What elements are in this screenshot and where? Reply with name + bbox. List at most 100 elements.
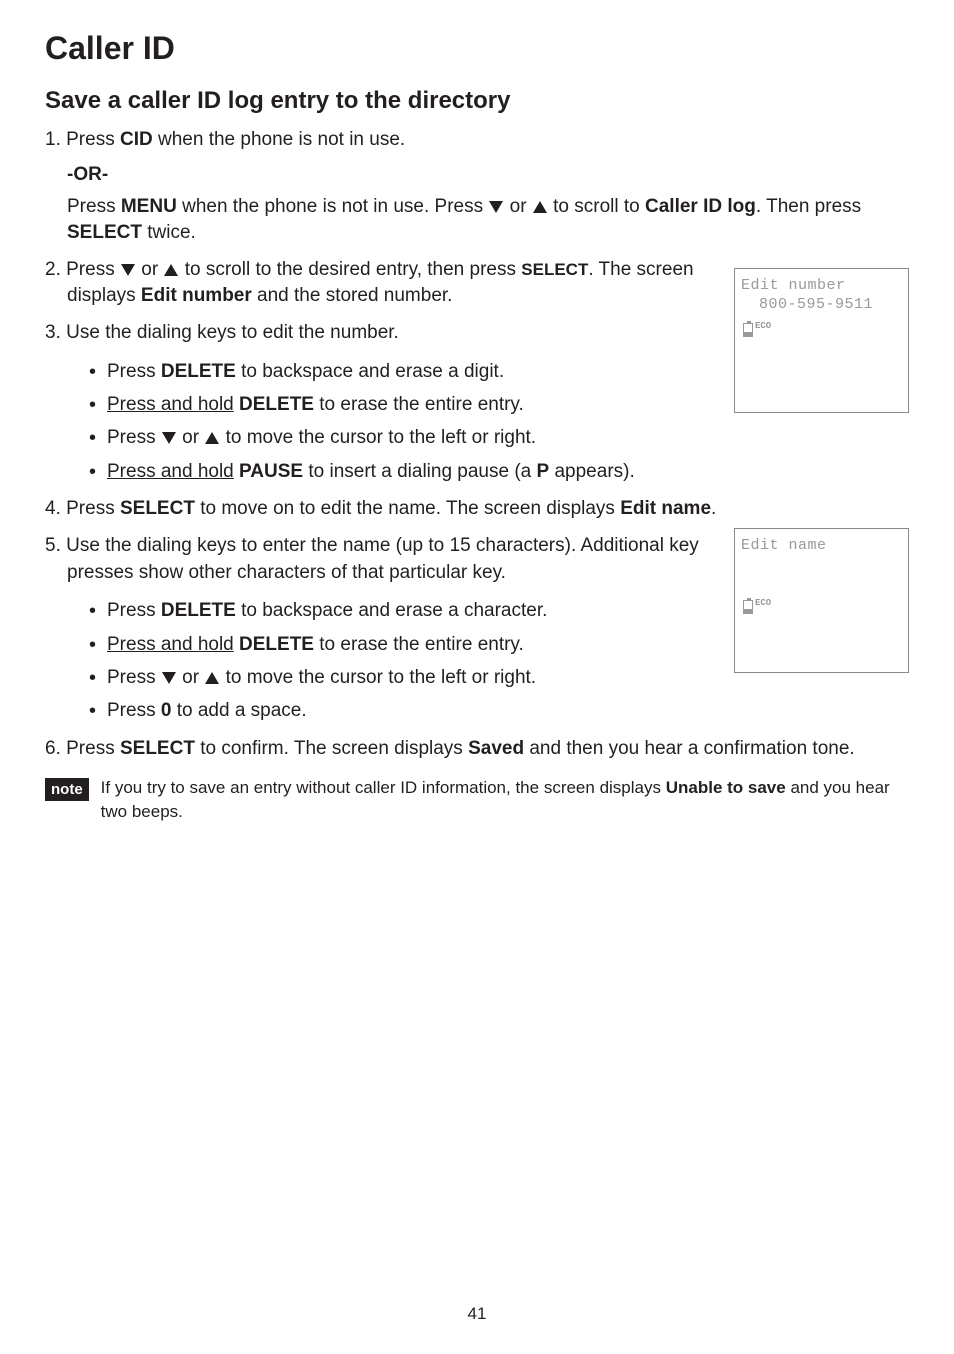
text-bold: Unable to save — [666, 778, 786, 797]
arrow-up-icon — [205, 432, 219, 444]
text: twice. — [142, 222, 196, 243]
screen-line: Edit number — [741, 277, 902, 294]
text: . Then press — [756, 196, 861, 217]
screen-edit-number: Edit number 800-595-9511 ECO — [734, 268, 909, 413]
text-bold: SELECT — [120, 498, 195, 519]
eco-label: ECO — [755, 321, 771, 331]
step-num: 6. — [45, 738, 61, 759]
page-title: Caller ID — [45, 30, 909, 67]
text: Press — [67, 196, 121, 217]
arrow-up-icon — [164, 264, 178, 276]
text-bold: DELETE — [161, 600, 236, 621]
note-badge: note — [45, 778, 89, 801]
text: Use the dialing keys to enter the name (… — [61, 535, 699, 583]
text-bold: Edit name — [620, 498, 711, 519]
text: Use the dialing keys to edit the number. — [61, 322, 399, 343]
section-title: Save a caller ID log entry to the direct… — [45, 87, 909, 115]
arrow-down-icon — [162, 672, 176, 684]
text: to insert a dialing pause (a — [303, 461, 536, 482]
text: appears). — [549, 461, 635, 482]
page-number: 41 — [0, 1304, 954, 1324]
text: or — [504, 196, 531, 217]
or-line: -OR- — [45, 164, 909, 186]
battery-icon — [743, 323, 753, 337]
icon-row: ECO — [741, 598, 902, 616]
text: Press — [107, 427, 161, 448]
text-bold: MENU — [121, 196, 177, 217]
text-bold: Saved — [468, 738, 524, 759]
text-bold: DELETE — [234, 634, 314, 655]
bullet-item: Press DELETE to backspace and erase a di… — [89, 357, 725, 386]
arrow-down-icon — [162, 432, 176, 444]
text: to scroll to the desired entry, then pre… — [179, 259, 521, 280]
text: Press — [107, 361, 161, 382]
text-bold: DELETE — [161, 361, 236, 382]
text: to erase the entire entry. — [314, 394, 524, 415]
text-underline: Press and hold — [107, 461, 234, 482]
screen-edit-name: Edit name ECO — [734, 528, 909, 673]
text-bold: P — [537, 461, 550, 482]
bullet-item: Press and hold DELETE to erase the entir… — [89, 390, 725, 419]
bullet-item: Press or to move the cursor to the left … — [89, 423, 725, 452]
text: or — [177, 667, 204, 688]
bullet-item: Press and hold PAUSE to insert a dialing… — [89, 457, 725, 486]
bullet-item: Press or to move the cursor to the left … — [89, 663, 725, 692]
text-underline: Press and hold — [107, 634, 234, 655]
step-5: 5. Use the dialing keys to enter the nam… — [45, 533, 725, 586]
arrow-up-icon — [533, 201, 547, 213]
step-num: 5. — [45, 535, 61, 556]
bullet-list-5: Press DELETE to backspace and erase a ch… — [45, 596, 725, 726]
text: Press — [61, 498, 120, 519]
text: and then you hear a confirmation tone. — [524, 738, 855, 759]
step-4: 4. Press SELECT to move on to edit the n… — [45, 496, 725, 523]
eco-label: ECO — [755, 598, 771, 608]
step-num: 1. — [45, 129, 61, 150]
text-bold: SELECT — [521, 260, 588, 279]
text: Press — [61, 259, 120, 280]
arrow-down-icon — [489, 201, 503, 213]
text: Press — [107, 600, 161, 621]
text: or — [136, 259, 163, 280]
text: Press — [61, 738, 120, 759]
text: to backspace and erase a digit. — [236, 361, 504, 382]
step-num: 3. — [45, 322, 61, 343]
text: or — [177, 427, 204, 448]
text: to move the cursor to the left or right. — [220, 667, 536, 688]
bullet-item: Press and hold DELETE to erase the entir… — [89, 630, 725, 659]
text: to move on to edit the name. The screen … — [195, 498, 620, 519]
text: to confirm. The screen displays — [195, 738, 468, 759]
bullet-item: Press 0 to add a space. — [89, 696, 725, 725]
text-bold: DELETE — [234, 394, 314, 415]
text: . — [711, 498, 716, 519]
screen-line: 800-595-9511 — [759, 296, 902, 313]
step-6: 6. Press SELECT to confirm. The screen d… — [45, 736, 909, 763]
step-2: 2. Press or to scroll to the desired ent… — [45, 257, 725, 310]
text-underline: Press and hold — [107, 394, 234, 415]
text-bold: PAUSE — [234, 461, 303, 482]
text: to backspace and erase a character. — [236, 600, 548, 621]
step-num: 4. — [45, 498, 61, 519]
battery-icon — [743, 600, 753, 614]
screen-line: Edit name — [741, 537, 902, 554]
text: Press — [61, 129, 120, 150]
step-num: 2. — [45, 259, 61, 280]
text: to move the cursor to the left or right. — [220, 427, 536, 448]
text-bold: Caller ID log — [645, 196, 756, 217]
icon-row: ECO — [741, 321, 902, 339]
text: Press — [107, 700, 161, 721]
bullet-list-3: Press DELETE to backspace and erase a di… — [45, 357, 725, 487]
text: Press — [107, 667, 161, 688]
text-bold: SELECT — [67, 222, 142, 243]
text: when the phone is not in use. — [153, 129, 405, 150]
text-bold: 0 — [161, 700, 172, 721]
text: to erase the entire entry. — [314, 634, 524, 655]
text-bold: Edit number — [141, 285, 252, 306]
text: when the phone is not in use. Press — [177, 196, 489, 217]
text: If you try to save an entry without call… — [101, 778, 666, 797]
step-1: 1. Press CID when the phone is not in us… — [45, 127, 909, 154]
text-bold: SELECT — [120, 738, 195, 759]
text-bold: CID — [120, 129, 153, 150]
text: to scroll to — [548, 196, 645, 217]
arrow-up-icon — [205, 672, 219, 684]
step-1-alt: Press MENU when the phone is not in use.… — [45, 194, 909, 247]
